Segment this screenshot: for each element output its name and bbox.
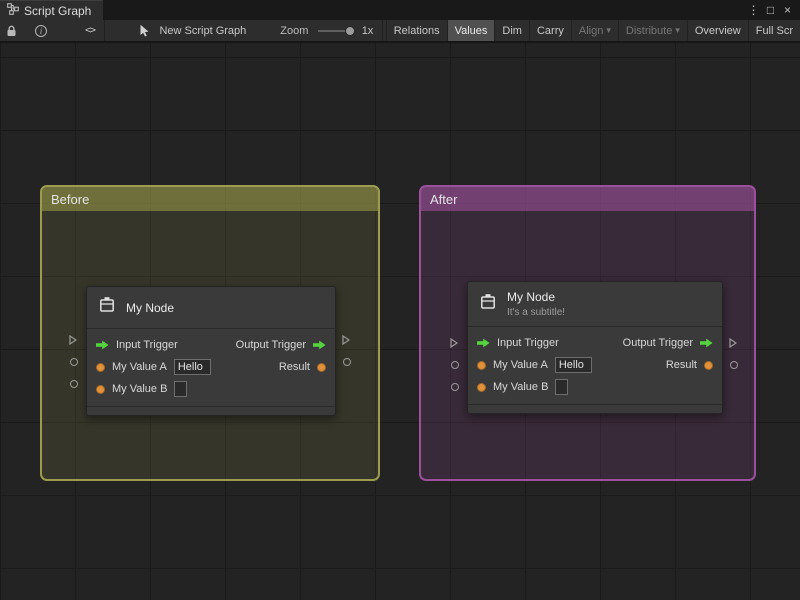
- window-controls: ⋮ □ ×: [745, 0, 800, 20]
- port-my-value-b[interactable]: My Value B: [96, 381, 188, 397]
- port-my-value-a[interactable]: My Value A: [96, 359, 211, 375]
- value-port-marker[interactable]: [343, 358, 351, 366]
- tabbar-spacer: [103, 0, 745, 20]
- relations-button[interactable]: Relations: [385, 20, 447, 41]
- tab-title: Script Graph: [24, 3, 92, 18]
- value-port-marker[interactable]: [70, 380, 78, 388]
- maximize-icon[interactable]: □: [762, 0, 779, 20]
- value-port-icon: [477, 382, 486, 392]
- port-output-trigger[interactable]: Output Trigger: [236, 339, 326, 351]
- flow-port-marker[interactable]: [69, 335, 77, 345]
- menu-icon[interactable]: ⋮: [745, 0, 762, 20]
- distribute-dropdown[interactable]: Distribute ▾: [617, 20, 687, 41]
- value-port-icon: [96, 362, 105, 372]
- group-before-header[interactable]: Before: [42, 187, 378, 211]
- port-input-trigger[interactable]: Input Trigger: [477, 337, 559, 349]
- node-header[interactable]: My Node: [87, 287, 335, 329]
- value-port-icon: [704, 360, 713, 370]
- zoom-value: 1x: [361, 24, 374, 37]
- port-my-value-a[interactable]: My Value A: [477, 357, 592, 373]
- flow-port-marker[interactable]: [450, 338, 458, 348]
- carry-button[interactable]: Carry: [528, 20, 571, 41]
- node-body: Input Trigger Output Trigger My Value A …: [87, 329, 335, 400]
- edit-graph-icon[interactable]: [133, 20, 156, 41]
- port-label: Result: [278, 361, 310, 373]
- zoom-label: Zoom: [280, 24, 309, 37]
- port-label: My Value B: [112, 383, 168, 395]
- fullscreen-button[interactable]: Full Scr: [747, 20, 800, 41]
- port-input-trigger[interactable]: Input Trigger: [96, 339, 178, 351]
- port-output-trigger[interactable]: Output Trigger: [623, 337, 713, 349]
- tab-bar: Script Graph ⋮ □ ×: [0, 0, 800, 20]
- toolbar-buttons: Relations Values Dim Carry Align ▾ Distr…: [385, 20, 800, 41]
- tab-script-graph[interactable]: Script Graph: [0, 0, 104, 20]
- chevron-down-icon: ▾: [606, 25, 611, 35]
- flow-arrow-icon: [96, 340, 109, 350]
- value-a-input[interactable]: [554, 357, 592, 373]
- graph-toolbar: i <> New Script Graph Zoom 1x Relations …: [0, 20, 800, 43]
- node-footer: [87, 406, 335, 415]
- values-button[interactable]: Values: [446, 20, 495, 41]
- flow-arrow-icon: [477, 338, 490, 348]
- port-label: My Value A: [112, 361, 167, 373]
- node-header[interactable]: My Node It's a subtitle!: [468, 282, 722, 327]
- close-icon[interactable]: ×: [779, 0, 796, 20]
- node-title: My Node: [126, 300, 175, 315]
- align-dropdown[interactable]: Align ▾: [570, 20, 618, 41]
- value-port-icon: [477, 360, 486, 370]
- group-after-header[interactable]: After: [421, 187, 754, 211]
- port-label: My Value B: [493, 381, 549, 393]
- node-my-node-after[interactable]: My Node It's a subtitle! Input Trigger O…: [467, 281, 723, 414]
- overview-button[interactable]: Overview: [686, 20, 748, 41]
- value-a-input[interactable]: [173, 359, 211, 375]
- node-title: My Node: [507, 290, 556, 304]
- node-footer: [468, 404, 722, 413]
- flow-port-marker[interactable]: [729, 338, 737, 348]
- port-label: Input Trigger: [497, 337, 559, 349]
- dim-button[interactable]: Dim: [494, 20, 529, 41]
- flow-arrow-icon: [313, 340, 326, 350]
- value-port-icon: [96, 384, 105, 394]
- zoom-slider-knob[interactable]: [344, 25, 355, 36]
- value-port-marker[interactable]: [451, 361, 459, 369]
- port-label: Result: [665, 359, 697, 371]
- flow-port-marker[interactable]: [342, 335, 350, 345]
- port-label: Output Trigger: [622, 337, 693, 349]
- unity-window: Script Graph ⋮ □ × i <> New Script Graph…: [0, 0, 800, 600]
- graph-canvas[interactable]: Before My Node Input Trigger Output Trig…: [0, 43, 800, 600]
- group-before[interactable]: Before My Node Input Trigger Output Trig…: [40, 185, 380, 481]
- group-title: Before: [51, 191, 90, 207]
- value-port-marker[interactable]: [70, 358, 78, 366]
- value-port-marker[interactable]: [451, 383, 459, 391]
- node-subtitle: It's a subtitle!: [507, 307, 566, 318]
- flow-arrow-icon: [700, 338, 713, 348]
- value-port-icon: [317, 362, 326, 372]
- group-title: After: [430, 191, 458, 207]
- code-view-icon[interactable]: <>: [79, 20, 101, 41]
- value-port-marker[interactable]: [730, 361, 738, 369]
- port-label: Output Trigger: [235, 339, 306, 351]
- value-b-input[interactable]: [555, 379, 569, 395]
- chevron-down-icon: ▾: [675, 25, 680, 35]
- unit-icon: [97, 295, 117, 320]
- port-my-value-b[interactable]: My Value B: [477, 379, 569, 395]
- port-label: My Value A: [493, 359, 548, 371]
- group-after[interactable]: After My Node It's a subtitle! Input Tri…: [419, 185, 756, 481]
- port-result[interactable]: Result: [279, 361, 326, 373]
- value-b-input[interactable]: [174, 381, 188, 397]
- node-my-node-before[interactable]: My Node Input Trigger Output Trigger My …: [86, 286, 336, 416]
- node-body: Input Trigger Output Trigger My Value A …: [468, 327, 722, 398]
- graph-tab-icon: [7, 3, 19, 18]
- unit-icon: [478, 292, 498, 317]
- lock-icon[interactable]: [0, 20, 23, 41]
- port-label: Input Trigger: [116, 339, 178, 351]
- zoom-slider[interactable]: [318, 25, 355, 36]
- graph-name-label[interactable]: New Script Graph: [159, 25, 246, 37]
- port-result[interactable]: Result: [666, 359, 713, 371]
- info-icon[interactable]: i: [29, 20, 53, 41]
